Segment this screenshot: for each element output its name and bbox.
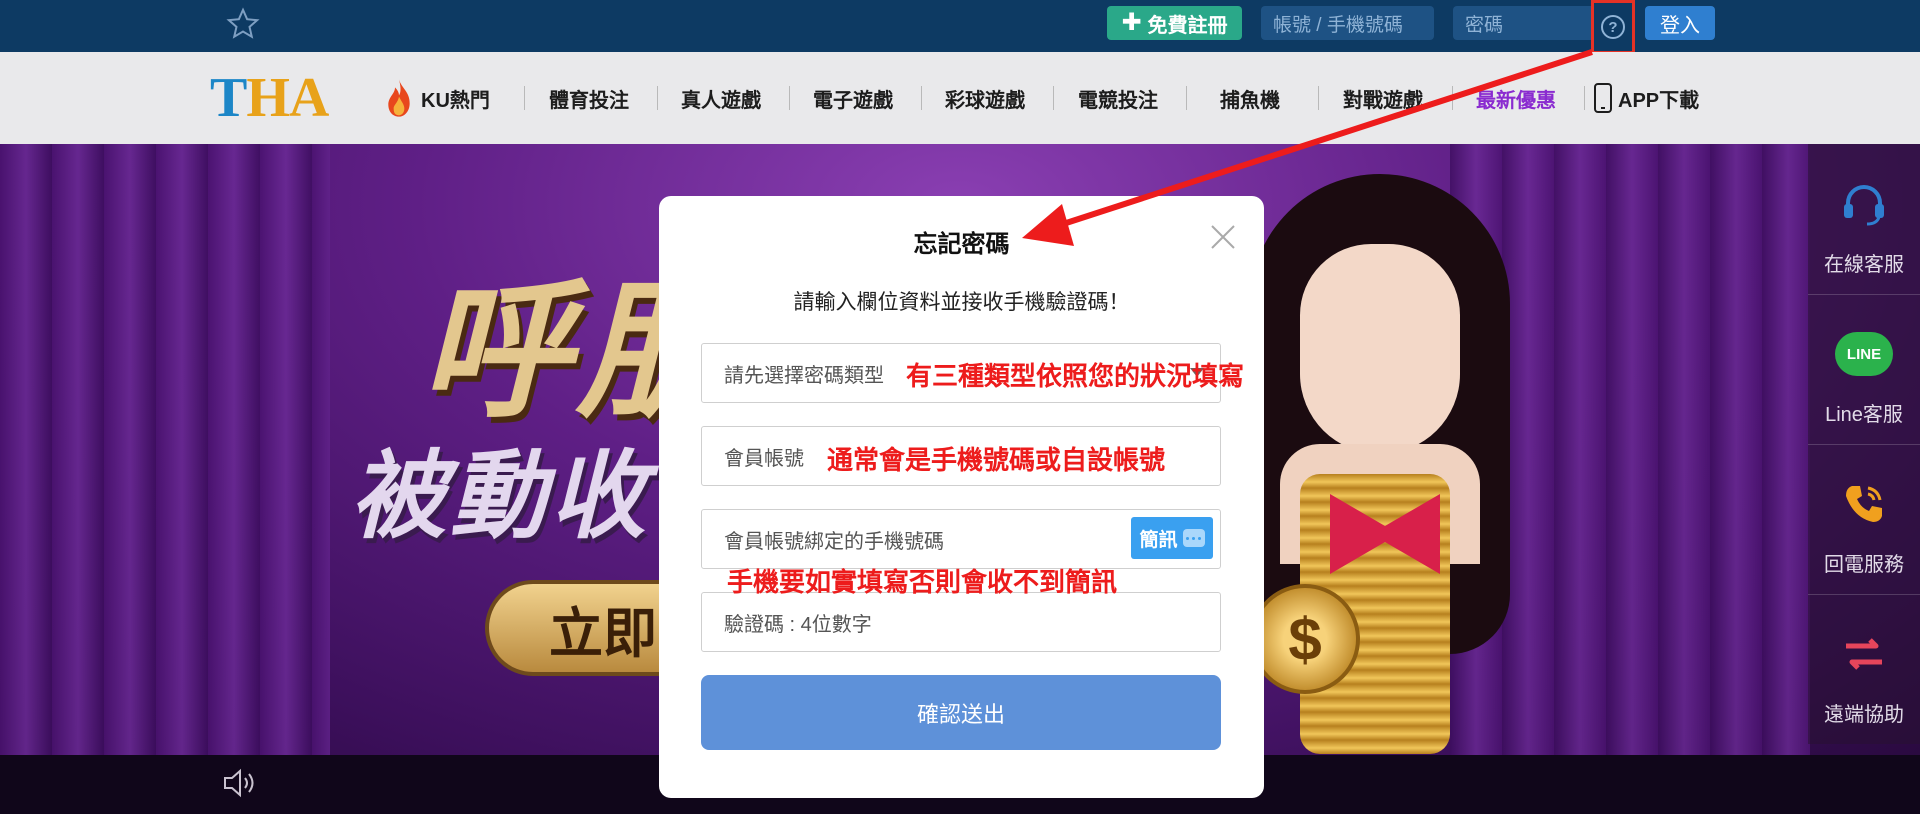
nav-divider [657, 86, 658, 110]
nav-item-battle-games[interactable]: 對戰遊戲 [1343, 82, 1423, 114]
nav-item-lottery[interactable]: 彩球遊戲 [945, 82, 1025, 114]
nav-item-esports[interactable]: 電競投注 [1078, 82, 1158, 114]
plus-icon: ✚ [1121, 9, 1142, 36]
annotation-member-account: 通常會是手機號碼或自設帳號 [827, 445, 1166, 475]
modal-description: 請輸入欄位資料並接收手機驗證碼！ [793, 291, 1130, 314]
fire-icon [388, 79, 410, 117]
nav-item-ku-hot[interactable]: KU熱門 [383, 79, 490, 117]
dollar-coin-icon: $ [1250, 584, 1360, 694]
sidebar-item-callback-service[interactable]: 回電服務 [1808, 444, 1920, 594]
sidebar-item-online-service[interactable]: 在線客服 [1808, 144, 1920, 294]
chat-bubble-icon [1182, 529, 1205, 547]
top-bar: ✚ 免費註冊 帳號 / 手機號碼 密碼 ? 登入 [0, 0, 1920, 54]
nav-divider [524, 86, 525, 110]
nav-item-app-download[interactable]: APP下載 [1594, 82, 1699, 114]
right-service-sidebar: 在線客服 LINE Line客服 回電服務 遠端協助 [1808, 144, 1920, 744]
nav-divider [921, 86, 922, 110]
modal-title: 忘記密碼 [913, 231, 1010, 258]
line-icon: LINE [1834, 324, 1894, 384]
curtain-left [0, 144, 330, 755]
remote-arrows-icon [1834, 624, 1894, 684]
password-input[interactable]: 密碼 [1453, 6, 1593, 40]
nav-item-promotions[interactable]: 最新優惠 [1476, 82, 1556, 114]
headset-icon [1834, 174, 1894, 234]
login-button[interactable]: 登入 [1645, 6, 1715, 40]
phone-call-icon [1834, 474, 1894, 534]
banner-subtitle: 被動收 [350, 443, 650, 550]
register-label: 免費註冊 [1147, 14, 1228, 37]
nav-item-slots[interactable]: 電子遊戲 [813, 82, 893, 114]
nav-divider [1452, 86, 1453, 110]
star-icon[interactable] [226, 7, 260, 41]
nav-divider [789, 86, 790, 110]
nav-divider [1318, 86, 1319, 110]
nav-item-sports[interactable]: 體育投注 [549, 82, 629, 114]
main-nav: THA KU熱門 體育投注 真人遊戲 電子遊戲 彩球遊戲 電競投注 捕魚機 對戰… [0, 52, 1920, 144]
annotation-phone: 手機要如實填寫否則會收不到簡訊 [727, 567, 1118, 597]
question-icon[interactable]: ? [1601, 15, 1625, 39]
sidebar-item-remote-assist[interactable]: 遠端協助 [1808, 594, 1920, 744]
send-sms-button[interactable]: 簡訊 [1131, 517, 1213, 559]
site-logo[interactable]: THA [210, 70, 329, 126]
phone-icon [1594, 83, 1612, 113]
sidebar-item-line-service[interactable]: LINE Line客服 [1808, 294, 1920, 444]
nav-divider [1186, 86, 1187, 110]
nav-item-live-casino[interactable]: 真人遊戲 [681, 82, 761, 114]
speaker-icon[interactable] [222, 768, 258, 798]
nav-item-fishing[interactable]: 捕魚機 [1220, 82, 1280, 114]
register-button[interactable]: ✚ 免費註冊 [1107, 6, 1242, 40]
banner-model-face [1300, 244, 1460, 454]
verify-code-input[interactable]: 驗證碼 : 4位數字 [701, 592, 1221, 652]
nav-divider [1053, 86, 1054, 110]
nav-divider [1584, 86, 1585, 110]
forgot-password-help-highlight: ? [1591, 0, 1635, 54]
submit-button[interactable]: 確認送出 [701, 675, 1221, 750]
account-input[interactable]: 帳號 / 手機號碼 [1261, 6, 1434, 40]
annotation-password-type: 有三種類型依照您的狀況填寫 [906, 361, 1245, 391]
